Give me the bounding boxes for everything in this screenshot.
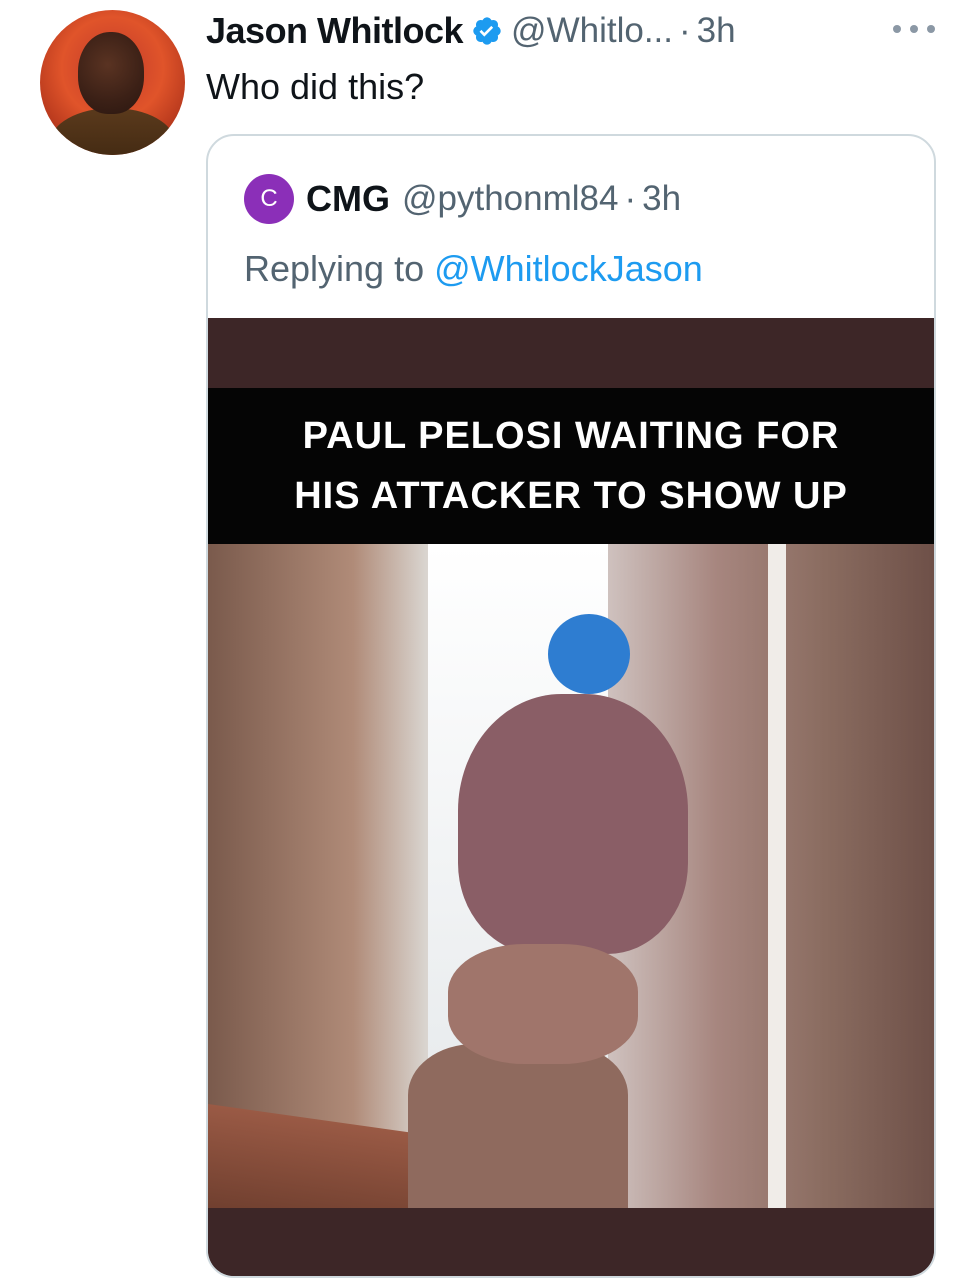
photo-figure-hips (448, 944, 638, 1064)
photo-figure-torso (458, 694, 688, 954)
media-bottom-band (208, 1208, 934, 1276)
quoted-tweet-media[interactable]: PAUL PELOSI WAITING FOR HIS ATTACKER TO … (208, 318, 934, 1276)
author-avatar[interactable] (40, 10, 185, 155)
meme-caption: PAUL PELOSI WAITING FOR HIS ATTACKER TO … (208, 388, 934, 544)
more-dot (910, 25, 918, 33)
replying-handle-link[interactable]: @WhitlockJason (434, 248, 703, 289)
media-top-band (208, 318, 934, 388)
replying-to: Replying to @WhitlockJason (244, 248, 703, 290)
more-options-icon[interactable] (893, 20, 935, 38)
caption-line-2: HIS ATTACKER TO SHOW UP (294, 475, 848, 517)
replying-prefix: Replying to (244, 248, 425, 289)
quoted-author-name[interactable]: CMG (306, 178, 390, 220)
photo-figure-head (548, 614, 630, 694)
author-name[interactable]: Jason Whitlock (206, 10, 464, 52)
tweet-timestamp[interactable]: 3h (697, 11, 736, 51)
more-dot (927, 25, 935, 33)
tweet-text: Who did this? (206, 66, 425, 107)
photo-door-frame (768, 544, 786, 1208)
more-dot (893, 25, 901, 33)
caption-line-1: PAUL PELOSI WAITING FOR (302, 415, 840, 457)
quoted-tweet-header: C CMG @pythonml84 · 3h (244, 174, 681, 224)
quoted-tweet-timestamp[interactable]: 3h (642, 179, 681, 219)
avatar-body (50, 108, 175, 155)
avatar-face (78, 32, 144, 114)
quoted-author-handle[interactable]: @pythonml84 (402, 179, 618, 219)
media-photo (208, 544, 934, 1208)
quoted-author-avatar[interactable]: C (244, 174, 294, 224)
quoted-header-separator: · (624, 179, 637, 218)
tweet-header: Jason Whitlock @Whitlo... · 3h (206, 8, 736, 54)
photo-figure-legs (408, 1044, 628, 1208)
verified-badge-icon (473, 17, 501, 45)
author-handle[interactable]: @Whitlo... (511, 11, 673, 51)
header-separator: · (679, 11, 691, 50)
quoted-tweet[interactable]: C CMG @pythonml84 · 3h Replying to @Whit… (206, 134, 936, 1278)
